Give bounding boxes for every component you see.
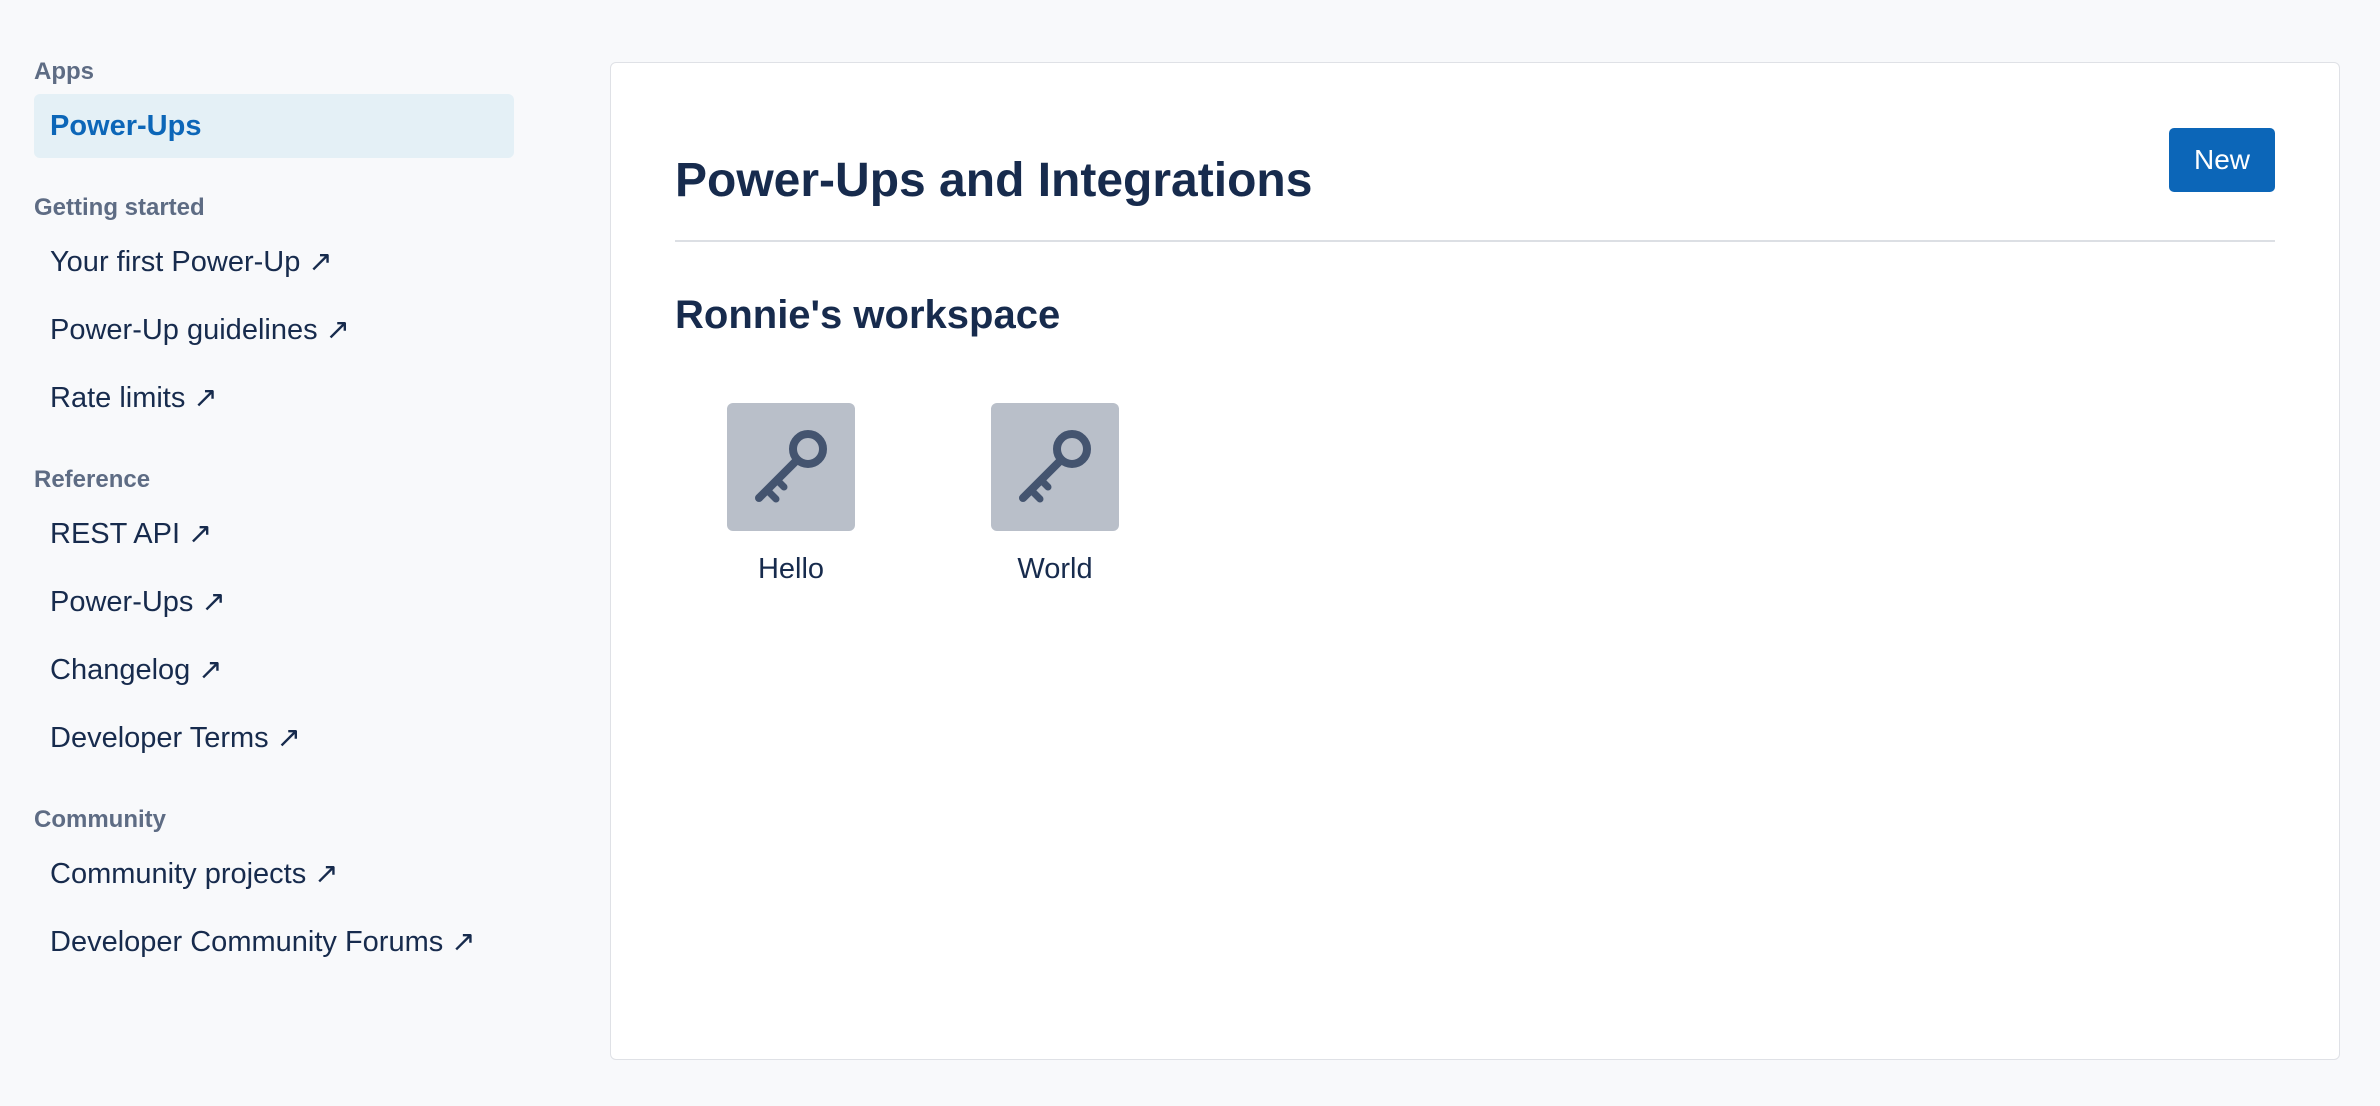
- sidebar-item-developer-terms[interactable]: Developer Terms ↗: [34, 706, 514, 770]
- app-tile-world[interactable]: World: [991, 403, 1119, 587]
- app-name[interactable]: World: [1017, 551, 1092, 587]
- sidebar-item-label: Changelog: [50, 654, 191, 686]
- sidebar: Apps Power-Ups Getting started Your firs…: [34, 56, 514, 1008]
- sidebar-item-label: Community projects: [50, 858, 307, 890]
- sidebar-item-label: Your first Power-Up: [50, 246, 301, 278]
- external-link-icon: ↗: [193, 382, 218, 414]
- title-divider: [675, 240, 2275, 242]
- sidebar-heading-apps: Apps: [34, 58, 94, 85]
- external-link-icon: ↗: [188, 518, 213, 550]
- sidebar-item-rate-limits[interactable]: Rate limits ↗: [34, 366, 514, 430]
- external-link-icon: ↗: [314, 858, 339, 890]
- app-icon-tile[interactable]: [727, 403, 855, 531]
- app-list: Hello World: [727, 403, 1119, 587]
- sidebar-heading-community: Community: [34, 806, 166, 833]
- sidebar-item-power-ups[interactable]: Power-Ups: [34, 94, 514, 158]
- sidebar-section-community: Community Community projects ↗ Developer …: [34, 804, 514, 974]
- external-link-icon: ↗: [201, 586, 226, 618]
- external-link-icon: ↗: [325, 314, 350, 346]
- external-link-icon: ↗: [451, 926, 476, 958]
- sidebar-item-changelog[interactable]: Changelog ↗: [34, 638, 514, 702]
- app-icon-tile[interactable]: [991, 403, 1119, 531]
- key-icon: [755, 430, 827, 503]
- sidebar-section-reference: Reference REST API ↗ Power-Ups ↗ Changelog…: [34, 464, 514, 770]
- sidebar-item-your-first-power-up[interactable]: Your first Power-Up ↗: [34, 230, 514, 294]
- sidebar-item-label: Rate limits: [50, 382, 186, 414]
- page-title: Power-Ups and Integrations: [675, 154, 1313, 207]
- sidebar-item-label: Developer Community Forums: [50, 926, 444, 958]
- sidebar-item-label: Power-Ups: [50, 586, 194, 618]
- sidebar-section-apps: Apps Power-Ups: [34, 56, 514, 158]
- sidebar-heading-getting-started: Getting started: [34, 194, 205, 221]
- key-icon: [1019, 430, 1091, 503]
- sidebar-item-label: Developer Terms: [50, 722, 269, 754]
- sidebar-item-label: Power-Ups: [50, 110, 202, 142]
- external-link-icon: ↗: [308, 246, 333, 278]
- sidebar-item-rest-api[interactable]: REST API ↗: [34, 502, 514, 566]
- sidebar-item-developer-community-forums[interactable]: Developer Community Forums ↗: [34, 910, 514, 974]
- main-content-card: Power-Ups and Integrations New Ronnie's …: [610, 62, 2340, 1060]
- new-button[interactable]: New: [2169, 128, 2275, 192]
- sidebar-section-getting-started: Getting started Your first Power-Up ↗ Pow…: [34, 192, 514, 430]
- external-link-icon: ↗: [198, 654, 223, 686]
- app-tile-hello[interactable]: Hello: [727, 403, 855, 587]
- sidebar-item-community-projects[interactable]: Community projects ↗: [34, 842, 514, 906]
- workspace-title: Ronnie's workspace: [675, 293, 1061, 337]
- sidebar-item-label: REST API: [50, 518, 181, 550]
- sidebar-item-power-up-guidelines[interactable]: Power-Up guidelines ↗: [34, 298, 514, 362]
- sidebar-item-power-ups-reference[interactable]: Power-Ups ↗: [34, 570, 514, 634]
- sidebar-item-label: Power-Up guidelines: [50, 314, 318, 346]
- app-name[interactable]: Hello: [758, 551, 824, 587]
- sidebar-heading-reference: Reference: [34, 466, 151, 493]
- external-link-icon: ↗: [276, 722, 301, 754]
